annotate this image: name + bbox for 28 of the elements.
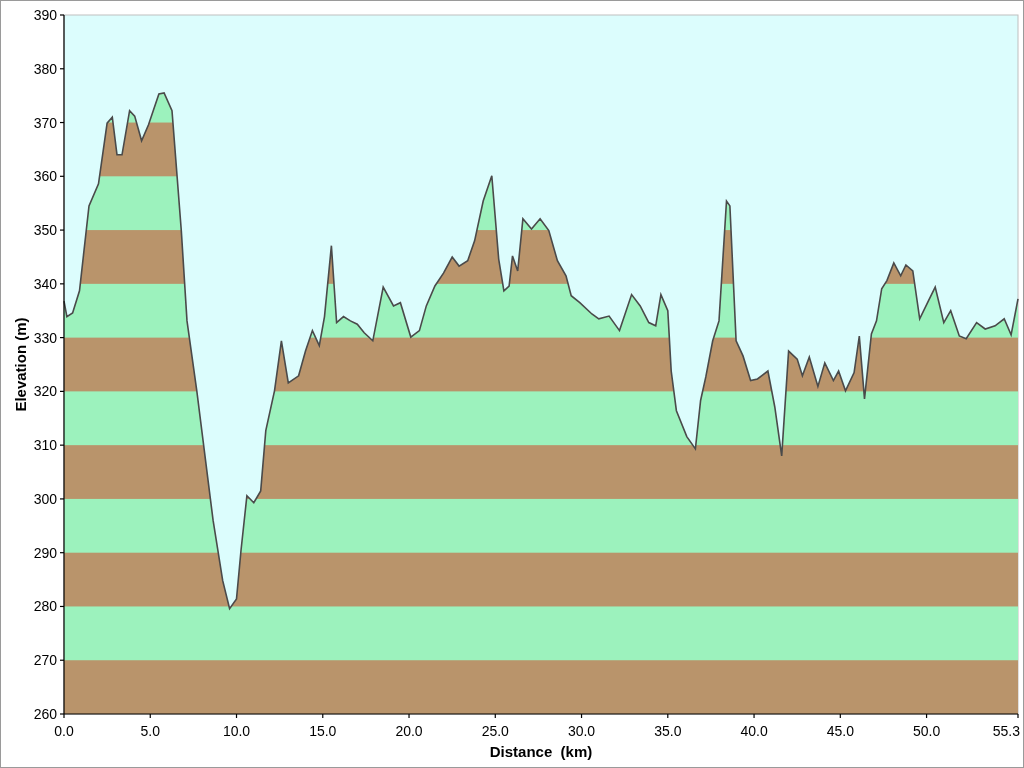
x-tick-label: 40.0	[740, 723, 768, 739]
x-tick-label: 30.0	[567, 723, 596, 739]
y-tick-label: 360	[33, 168, 57, 185]
y-tick-label: 330	[33, 329, 57, 346]
y-tick-label: 290	[33, 544, 57, 561]
y-tick-label: 310	[33, 437, 57, 454]
x-tick-label: 55.3	[992, 723, 1020, 739]
y-axis-title: Elevation (m)	[12, 317, 29, 412]
y-tick-label: 390	[33, 7, 57, 23]
y-tick-label: 370	[33, 114, 57, 131]
y-tick-label: 380	[33, 60, 57, 77]
y-tick-label: 320	[33, 383, 57, 400]
x-tick-label: 15.0	[309, 723, 337, 739]
y-tick-label: 300	[33, 490, 57, 507]
y-tick-label: 270	[33, 652, 57, 669]
x-tick-label: 50.0	[912, 723, 941, 739]
y-tick-label: 350	[33, 222, 57, 239]
x-tick-label: 20.0	[395, 723, 423, 739]
x-tick-label: 25.0	[481, 723, 509, 739]
x-tick-label: 10.0	[222, 723, 251, 739]
x-tick-label: 45.0	[826, 723, 854, 739]
x-tick-label: 35.0	[654, 723, 682, 739]
x-tick-label: 5.0	[140, 723, 160, 739]
y-tick-label: 260	[33, 706, 57, 722]
y-tick-label: 340	[33, 275, 57, 292]
y-tick-label: 280	[33, 598, 57, 615]
x-axis-title: Distance (km)	[489, 743, 593, 760]
x-tick-label: 0.0	[54, 723, 74, 739]
